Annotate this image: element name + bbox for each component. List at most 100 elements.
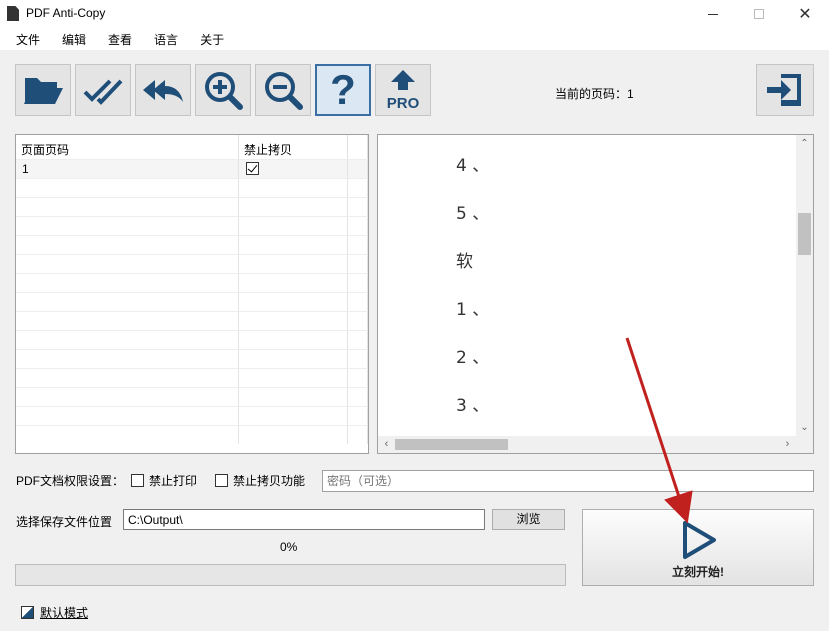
- table-row[interactable]: [16, 292, 368, 311]
- table-row[interactable]: [16, 273, 368, 292]
- column-header-spacer: [348, 135, 368, 159]
- window-title: PDF Anti-Copy: [26, 6, 105, 20]
- open-file-button[interactable]: [15, 64, 71, 116]
- menu-file[interactable]: 文件: [0, 28, 49, 50]
- no-copy-checkbox[interactable]: 禁止拷贝功能: [215, 472, 305, 489]
- exit-button[interactable]: [756, 64, 814, 116]
- preview-text-line: 软: [456, 247, 473, 272]
- preview-text-line: 5 、: [456, 199, 489, 224]
- no-copy-row-checkbox[interactable]: [246, 162, 259, 175]
- cell-page: [16, 179, 239, 197]
- menu-language[interactable]: 语言: [141, 28, 187, 50]
- preview-text-line: 1 、: [456, 295, 489, 320]
- cell-spacer: [348, 369, 368, 387]
- cell-page: [16, 217, 239, 235]
- title-bar: PDF Anti-Copy ✕: [0, 0, 829, 28]
- cell-no-copy: [239, 388, 348, 406]
- mode-toggle[interactable]: 默认模式: [21, 604, 88, 621]
- cell-spacer: [348, 293, 368, 311]
- no-print-label: 禁止打印: [149, 472, 197, 489]
- zoom-in-button[interactable]: [195, 64, 251, 116]
- page-table: 页面页码 禁止拷贝 1: [15, 134, 369, 454]
- table-row[interactable]: [16, 235, 368, 254]
- table-row[interactable]: 1: [16, 159, 368, 178]
- save-location-label: 选择保存文件位置: [16, 513, 112, 530]
- help-icon: ?: [330, 66, 356, 114]
- table-row[interactable]: [16, 368, 368, 387]
- close-icon: ✕: [798, 4, 811, 24]
- reply-all-icon: [141, 68, 185, 112]
- cell-spacer: [348, 388, 368, 406]
- cell-no-copy: [239, 426, 348, 444]
- progress-bar: [15, 564, 566, 586]
- cell-page: [16, 426, 239, 444]
- table-row[interactable]: [16, 311, 368, 330]
- minimize-button[interactable]: [690, 0, 736, 28]
- menu-edit[interactable]: 编辑: [49, 28, 95, 50]
- pro-upgrade-icon: PRO: [381, 68, 425, 112]
- no-print-checkbox-box[interactable]: [131, 474, 144, 487]
- zoom-out-button[interactable]: [255, 64, 311, 116]
- cell-no-copy: [239, 407, 348, 425]
- table-row[interactable]: [16, 254, 368, 273]
- scroll-left-icon[interactable]: ‹: [378, 436, 395, 453]
- scroll-up-icon[interactable]: ⌃: [796, 135, 813, 152]
- table-row[interactable]: [16, 387, 368, 406]
- table-row[interactable]: [16, 349, 368, 368]
- cell-spacer: [348, 331, 368, 349]
- password-input[interactable]: [322, 470, 814, 492]
- browse-button[interactable]: 浏览: [492, 509, 565, 530]
- cell-page: [16, 255, 239, 273]
- zoom-in-icon: [201, 68, 245, 112]
- column-header-page[interactable]: 页面页码: [16, 135, 239, 159]
- table-row[interactable]: [16, 425, 368, 444]
- deselect-button[interactable]: [135, 64, 191, 116]
- cell-no-copy: [239, 293, 348, 311]
- vertical-scrollbar[interactable]: ⌃ ⌄: [796, 135, 813, 436]
- start-label: 立刻开始!: [583, 563, 813, 580]
- page-preview[interactable]: 4 、5 、软1 、2 、3 、 ⌃ ⌄ ‹ ›: [377, 134, 814, 454]
- help-button[interactable]: ?: [315, 64, 371, 116]
- table-row[interactable]: [16, 197, 368, 216]
- mode-label[interactable]: 默认模式: [40, 604, 88, 621]
- no-print-checkbox[interactable]: 禁止打印: [131, 472, 197, 489]
- minimize-icon: [708, 14, 718, 15]
- scroll-right-icon[interactable]: ›: [779, 436, 796, 453]
- horizontal-scrollbar[interactable]: ‹ ›: [378, 436, 796, 453]
- cell-spacer: [348, 160, 368, 178]
- open-folder-icon: [21, 68, 65, 112]
- preview-text-line: 2 、: [456, 343, 489, 368]
- cell-no-copy: [239, 179, 348, 197]
- pro-upgrade-button[interactable]: PRO: [375, 64, 431, 116]
- maximize-button[interactable]: [736, 0, 782, 28]
- cell-page: 1: [16, 160, 239, 178]
- vertical-scroll-thumb[interactable]: [798, 213, 811, 255]
- progress-percent: 0%: [280, 540, 297, 554]
- cell-no-copy: [239, 312, 348, 330]
- scroll-down-icon[interactable]: ⌄: [796, 419, 813, 436]
- table-row[interactable]: [16, 178, 368, 197]
- mode-icon: [21, 606, 34, 619]
- cell-page: [16, 274, 239, 292]
- cell-no-copy: [239, 236, 348, 254]
- start-button[interactable]: 立刻开始!: [582, 509, 814, 586]
- table-row[interactable]: [16, 406, 368, 425]
- cell-page: [16, 369, 239, 387]
- column-header-no-copy[interactable]: 禁止拷贝: [239, 135, 348, 159]
- select-all-button[interactable]: [75, 64, 131, 116]
- pro-label: PRO: [387, 95, 420, 112]
- table-row[interactable]: [16, 216, 368, 235]
- table-row[interactable]: [16, 330, 368, 349]
- no-copy-checkbox-box[interactable]: [215, 474, 228, 487]
- cell-spacer: [348, 407, 368, 425]
- close-button[interactable]: ✕: [782, 0, 828, 28]
- menu-view[interactable]: 查看: [95, 28, 141, 50]
- app-icon: [7, 6, 19, 21]
- preview-text-line: 3 、: [456, 391, 489, 416]
- horizontal-scroll-thumb[interactable]: [395, 439, 508, 450]
- menu-about[interactable]: 关于: [187, 28, 233, 50]
- play-icon: [681, 520, 717, 560]
- save-path-input[interactable]: [123, 509, 485, 530]
- cell-page: [16, 198, 239, 216]
- current-page-label: 当前的页码：1: [555, 85, 634, 102]
